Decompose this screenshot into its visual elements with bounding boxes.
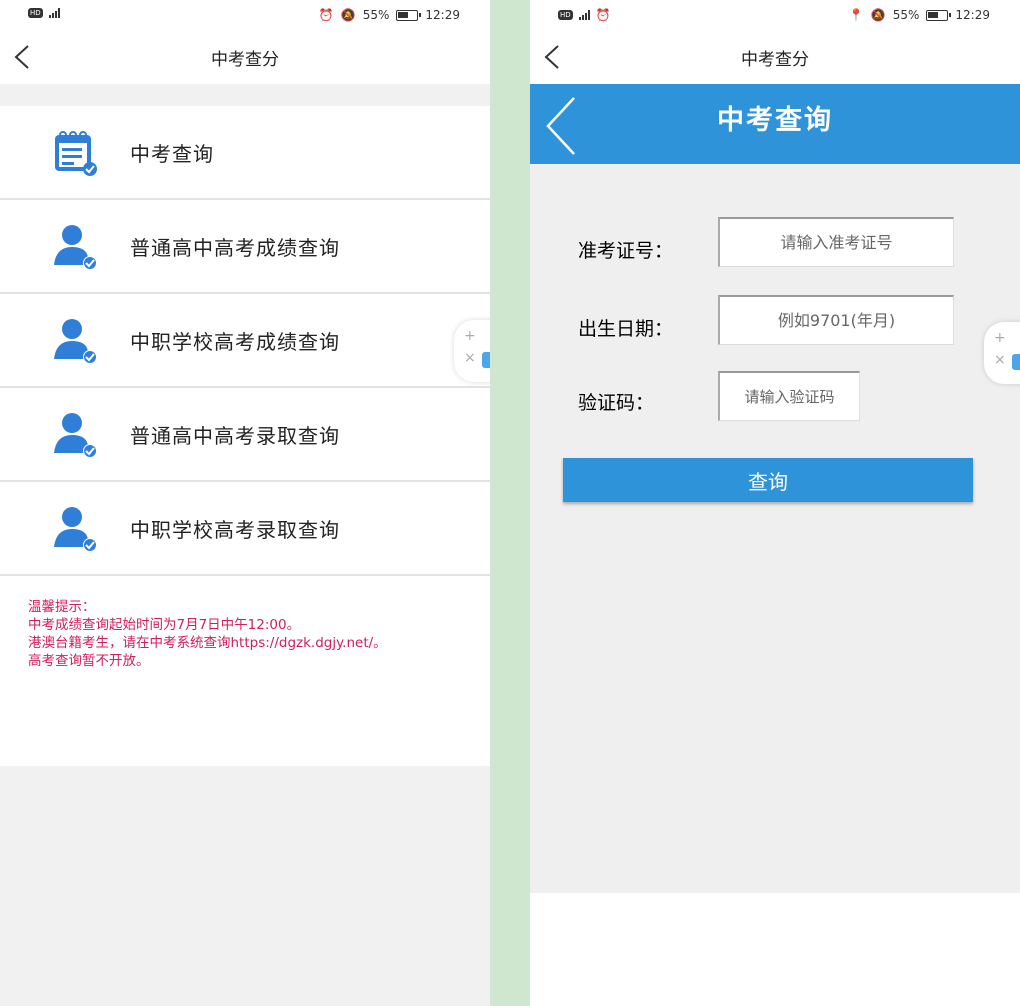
admission-number-input[interactable] bbox=[718, 217, 954, 267]
banner-title: 中考查询 bbox=[717, 104, 833, 136]
tips-line: 港澳台籍考生，请在中考系统查询https://dgzk.dgjy.net/。 bbox=[28, 635, 387, 651]
tips-line: 中考成绩查询起始时间为7月7日中午12:00。 bbox=[28, 617, 301, 633]
alarm-icon: ⏰ bbox=[318, 8, 334, 22]
clock: 12:29 bbox=[425, 8, 460, 22]
tips-notice: 温馨提示： 中考成绩查询起始时间为7月7日中午12:00。 港澳台籍考生，请在中… bbox=[0, 576, 490, 766]
left-screen: HD ⏰ 🔕 55% 12:29 中考查分 中考查询 普通高中高考成绩查询 中职… bbox=[0, 0, 490, 1006]
nav-bar: 中考查分 bbox=[0, 30, 490, 84]
captcha-label: 验证码： bbox=[578, 392, 655, 414]
tips-heading: 温馨提示： bbox=[28, 599, 96, 615]
widget-badge-icon bbox=[1012, 354, 1020, 370]
query-menu: 中考查询 普通高中高考成绩查询 中职学校高考成绩查询 普通高中高考录取查询 中职… bbox=[0, 106, 490, 576]
close-icon[interactable]: × bbox=[994, 352, 1006, 368]
user-check-icon bbox=[54, 319, 97, 364]
menu-item-label: 中考查询 bbox=[130, 141, 214, 166]
admission-label: 准考证号： bbox=[578, 240, 674, 262]
captcha-input[interactable] bbox=[718, 371, 860, 421]
menu-item-label: 中职学校高考成绩查询 bbox=[130, 329, 340, 354]
menu-item-label: 中职学校高考录取查询 bbox=[130, 517, 340, 542]
close-icon[interactable]: × bbox=[464, 350, 476, 366]
menu-item-vocational-admission[interactable]: 中职学校高考录取查询 bbox=[0, 482, 490, 576]
hd-icon: HD bbox=[558, 10, 573, 20]
banner-back-icon[interactable] bbox=[544, 94, 580, 158]
bottom-area bbox=[530, 893, 1020, 1006]
status-bar: HD ⏰ 📍 🔕 55% 12:29 bbox=[530, 0, 1020, 30]
back-chevron-icon[interactable] bbox=[10, 42, 38, 72]
right-screen: HD ⏰ 📍 🔕 55% 12:29 中考查分 中考查询 准考证号： 出生日期：… bbox=[530, 0, 1020, 1006]
birth-date-input[interactable] bbox=[718, 295, 954, 345]
user-check-icon bbox=[54, 413, 97, 458]
battery-icon bbox=[926, 9, 952, 21]
nav-bar: 中考查分 bbox=[530, 30, 1020, 84]
floating-widget[interactable]: + × bbox=[454, 320, 490, 382]
signal-icon bbox=[48, 8, 60, 18]
plus-icon[interactable]: + bbox=[464, 328, 476, 344]
battery-percent: 55% bbox=[892, 8, 920, 22]
mute-icon: 🔕 bbox=[340, 8, 356, 22]
user-check-icon bbox=[54, 225, 97, 270]
query-form: 准考证号： 出生日期： 验证码： 查询 bbox=[530, 164, 1020, 894]
menu-item-label: 普通高中高考成绩查询 bbox=[130, 235, 340, 260]
location-icon: 📍 bbox=[848, 8, 864, 22]
query-banner: 中考查询 bbox=[530, 84, 1020, 164]
hd-icon: HD bbox=[28, 8, 43, 18]
back-chevron-icon[interactable] bbox=[540, 42, 568, 72]
signal-icon bbox=[578, 10, 590, 20]
calendar-list-icon bbox=[55, 131, 97, 176]
menu-item-general-score[interactable]: 普通高中高考成绩查询 bbox=[0, 200, 490, 294]
battery-percent: 55% bbox=[362, 8, 390, 22]
menu-item-general-admission[interactable]: 普通高中高考录取查询 bbox=[0, 388, 490, 482]
clock: 12:29 bbox=[955, 8, 990, 22]
query-button[interactable]: 查询 bbox=[563, 458, 973, 502]
menu-item-zhongkao[interactable]: 中考查询 bbox=[0, 106, 490, 200]
page-title: 中考查分 bbox=[211, 49, 279, 70]
mute-icon: 🔕 bbox=[870, 8, 886, 22]
tips-line: 高考查询暂不开放。 bbox=[28, 653, 150, 669]
battery-icon bbox=[396, 9, 422, 21]
widget-badge-icon bbox=[482, 352, 490, 368]
status-bar: HD ⏰ 🔕 55% 12:29 bbox=[0, 0, 490, 30]
birth-date-label: 出生日期： bbox=[578, 318, 674, 340]
floating-widget[interactable]: + × bbox=[984, 322, 1020, 384]
menu-item-label: 普通高中高考录取查询 bbox=[130, 423, 340, 448]
menu-item-vocational-score[interactable]: 中职学校高考成绩查询 bbox=[0, 294, 490, 388]
alarm-icon: ⏰ bbox=[595, 8, 611, 22]
user-check-icon bbox=[54, 507, 97, 552]
page-title: 中考查分 bbox=[741, 49, 809, 70]
plus-icon[interactable]: + bbox=[994, 330, 1006, 346]
